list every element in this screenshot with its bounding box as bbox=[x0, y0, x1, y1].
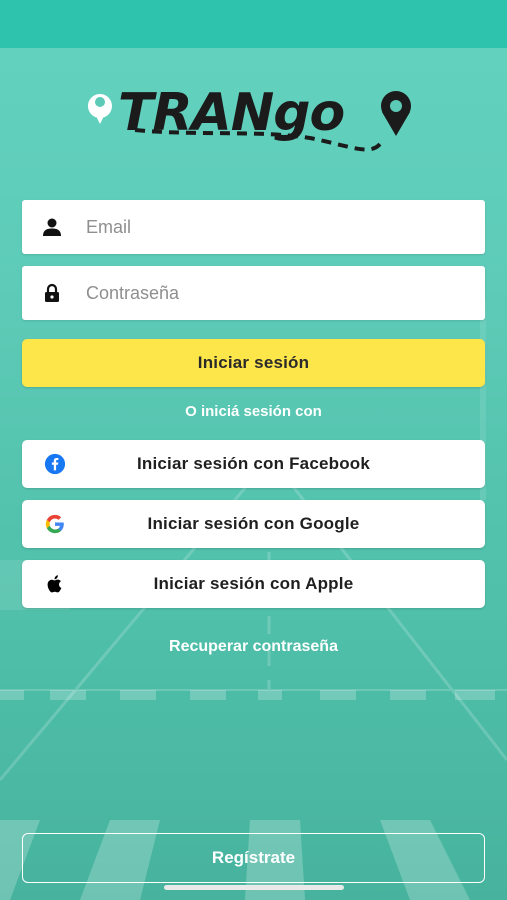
register-button-label: Regístrate bbox=[211, 848, 296, 867]
register-button[interactable]: Regístrate bbox=[22, 833, 485, 883]
lock-icon bbox=[45, 283, 59, 302]
google-login-label: Iniciar sesión con Google bbox=[147, 514, 360, 533]
recover-password-link[interactable]: Recuperar contraseña bbox=[0, 638, 507, 656]
facebook-login-button[interactable]: Iniciar sesión con Facebook bbox=[22, 440, 485, 488]
login-button[interactable]: Iniciar sesión bbox=[22, 339, 485, 387]
apple-login-button[interactable]: Iniciar sesión con Apple bbox=[22, 560, 485, 608]
google-login-button[interactable]: Iniciar sesión con Google bbox=[22, 500, 485, 548]
apple-login-label: Iniciar sesión con Apple bbox=[153, 574, 354, 593]
email-placeholder: Email bbox=[86, 217, 132, 237]
facebook-login-label: Iniciar sesión con Facebook bbox=[136, 454, 371, 473]
password-field[interactable]: Contraseña bbox=[22, 266, 485, 320]
email-field[interactable]: Email bbox=[22, 200, 485, 254]
app-logo: TRANgo bbox=[80, 80, 430, 160]
status-bar bbox=[0, 0, 507, 48]
home-indicator bbox=[164, 885, 344, 890]
alt-login-text: O iniciá sesión con bbox=[185, 403, 322, 420]
person-icon bbox=[43, 218, 61, 236]
login-button-label: Iniciar sesión bbox=[197, 353, 310, 372]
password-placeholder: Contraseña bbox=[86, 283, 180, 303]
logo-text: TRANgo bbox=[118, 83, 345, 143]
